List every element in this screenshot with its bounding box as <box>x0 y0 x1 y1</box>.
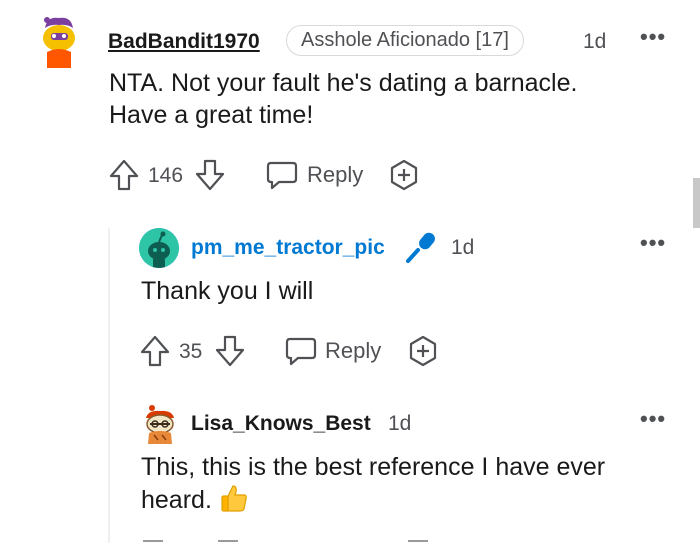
speech-bubble-icon <box>285 337 317 366</box>
comment-line: Thank you I will <box>141 277 314 305</box>
snoo-avatar-icon <box>139 228 179 268</box>
upvote-button[interactable] <box>108 158 140 192</box>
speech-bubble-icon <box>266 161 298 190</box>
thread-line[interactable] <box>108 228 110 543</box>
comment-line: This, this is the best reference I have … <box>141 453 606 481</box>
comment-body: Thank you I will <box>141 275 641 307</box>
username[interactable]: Lisa_Knows_Best <box>191 412 371 436</box>
upvote-arrow-icon <box>140 335 170 367</box>
comment-body: NTA. Not your fault he's dating a barnac… <box>109 67 669 131</box>
reply-button[interactable]: Reply <box>266 158 366 192</box>
vote-count: 146 <box>148 164 184 187</box>
snoo-avatar-icon <box>43 17 75 68</box>
reply-label: Reply <box>307 162 364 187</box>
username[interactable]: pm_me_tractor_pic <box>191 236 385 260</box>
snoo-avatar-icon <box>146 405 174 444</box>
upvote-arrow-icon <box>109 159 139 191</box>
timestamp: 1d <box>583 30 607 53</box>
comment-line: Have a great time! <box>109 101 314 129</box>
username[interactable]: BadBandit1970 <box>108 30 260 54</box>
downvote-arrow-icon <box>215 335 245 367</box>
user-flair: Asshole Aficionado [17] <box>286 25 524 56</box>
more-options-icon[interactable]: ••• <box>640 24 666 50</box>
more-options-icon[interactable]: ••• <box>640 230 666 256</box>
scrollbar-thumb[interactable] <box>693 178 700 228</box>
timestamp: 1d <box>388 412 412 435</box>
avatar[interactable] <box>139 228 179 268</box>
upvote-button[interactable] <box>139 334 171 368</box>
comment-text: heard. <box>141 486 212 514</box>
avatar[interactable] <box>142 404 178 444</box>
timestamp: 1d <box>451 236 475 259</box>
reply-button[interactable]: Reply <box>285 334 385 368</box>
partial-action-bar <box>140 538 440 543</box>
microphone-icon <box>404 230 438 264</box>
comment-line: heard. <box>141 483 661 516</box>
comment-line: NTA. Not your fault he's dating a barnac… <box>109 69 578 97</box>
more-options-icon[interactable]: ••• <box>640 406 666 432</box>
comment-body: This, this is the best reference I have … <box>141 451 661 516</box>
award-button[interactable] <box>388 159 420 191</box>
thumbs-up-emoji <box>221 485 247 512</box>
reply-label: Reply <box>325 338 382 363</box>
downvote-button[interactable] <box>194 158 226 192</box>
avatar[interactable] <box>37 14 81 70</box>
downvote-arrow-icon <box>195 159 225 191</box>
award-plus-icon <box>409 335 437 367</box>
downvote-button[interactable] <box>214 334 246 368</box>
award-button[interactable] <box>407 335 439 367</box>
award-plus-icon <box>390 159 418 191</box>
vote-count: 35 <box>179 340 203 363</box>
